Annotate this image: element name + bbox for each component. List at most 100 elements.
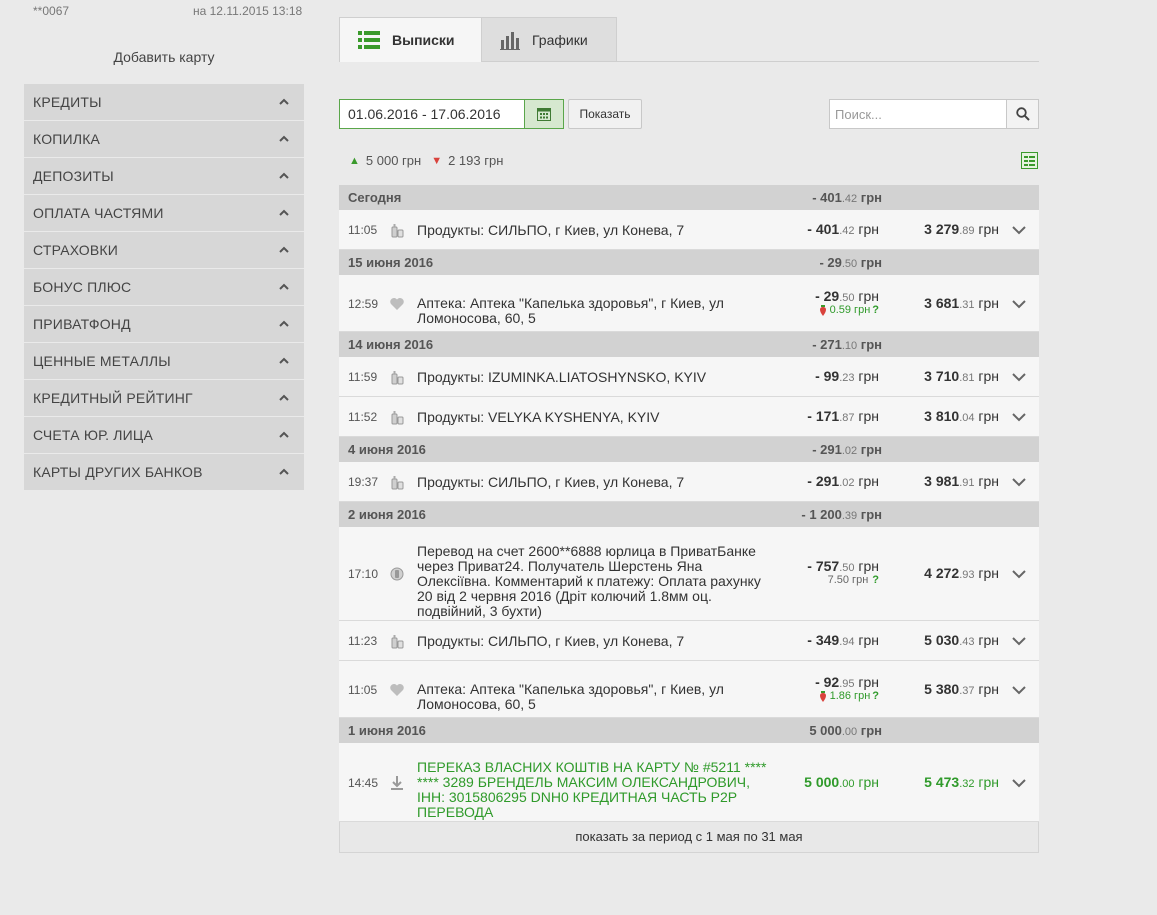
balance-currency: грн	[978, 680, 999, 697]
transaction-description: Продукты: СИЛЬПО, г Киев, ул Конева, 7	[417, 221, 685, 238]
balance-main: 3 279	[924, 221, 960, 237]
transaction-row[interactable]: 11:52 Продукты: VELYKA KYSHENYA, KYIV - 17…	[339, 397, 1039, 437]
help-icon[interactable]: ?	[872, 304, 879, 316]
date-group-header: Сегодня - 401.42 грн	[339, 185, 1039, 210]
excel-export-icon[interactable]	[1021, 152, 1038, 169]
commission-amount: 7.50 грн	[827, 574, 869, 586]
group-total: - 1 200.39 грн	[801, 507, 882, 522]
period-totals: ▲ 5 000 грн ▼ 2 193 грн	[349, 153, 503, 168]
sidebar-item[interactable]: СТРАХОВКИ	[24, 232, 304, 268]
balance-currency: грн	[978, 368, 999, 384]
income-total: 5 000 грн	[365, 153, 422, 168]
show-previous-period-link[interactable]: показать за период с 1 мая по 31 мая	[339, 822, 1039, 853]
chevron-down-icon[interactable]	[1011, 477, 1027, 487]
calendar-button[interactable]	[524, 99, 564, 129]
chevron-up-icon	[279, 209, 289, 216]
sidebar-item[interactable]: ПРИВАТФОНД	[24, 306, 304, 342]
help-icon[interactable]: ?	[872, 690, 879, 702]
sidebar-item[interactable]: ЦЕННЫЕ МЕТАЛЛЫ	[24, 343, 304, 379]
transaction-time: 17:10	[348, 567, 379, 581]
chevron-down-icon[interactable]	[1011, 412, 1027, 422]
heart-icon	[390, 683, 404, 696]
search-button[interactable]	[1006, 99, 1039, 129]
transaction-row[interactable]: 17:10 Перевод на счет 2600**6888 юрлица в…	[339, 527, 1039, 621]
group-total-currency: грн	[860, 507, 882, 522]
transaction-amount: - 757.50 грн 7.50 грн?	[807, 558, 879, 586]
group-total: - 291.02 грн	[812, 442, 882, 457]
sidebar-item[interactable]: КРЕДИТЫ	[24, 84, 304, 120]
amount-main: - 757	[807, 558, 840, 574]
sidebar-item-label: КОПИЛКА	[33, 131, 101, 147]
chevron-up-icon	[279, 357, 289, 364]
transaction-row[interactable]: 19:37 Продукты: СИЛЬПО, г Киев, ул Конева…	[339, 462, 1039, 502]
group-date: 4 июня 2016	[348, 442, 426, 457]
amount-main: - 291	[807, 473, 840, 489]
search-input[interactable]	[829, 99, 1007, 129]
transaction-time: 12:59	[348, 296, 379, 311]
balance-after: 3 710.81 грн	[924, 368, 999, 384]
chevron-up-icon	[279, 431, 289, 438]
bonus-plus: 1.86 грн ?	[815, 690, 879, 702]
amount-cents: .42	[839, 225, 855, 237]
balance-main: 3 810	[924, 408, 960, 424]
transaction-description: Продукты: IZUMINKA.LIATOSHYNSKO, KYIV	[417, 368, 707, 385]
transaction-amount: 5 000.00 грн	[804, 774, 879, 790]
group-total-main: 5 000	[809, 723, 842, 738]
balance-cents: .89	[959, 225, 975, 237]
amount-currency: грн	[858, 368, 879, 384]
chevron-up-icon	[279, 320, 289, 327]
help-icon[interactable]: ?	[872, 574, 879, 586]
download-icon	[391, 775, 403, 790]
chevron-down-icon[interactable]	[1011, 636, 1027, 646]
show-button[interactable]: Показать	[568, 99, 642, 129]
balance-date: на 12.11.2015 13:18	[193, 4, 303, 18]
sidebar-item-label: ПРИВАТФОНД	[33, 316, 131, 332]
list-icon	[358, 31, 380, 49]
transaction-row[interactable]: 12:59 Аптека: Аптека "Капелька здоровья",…	[339, 275, 1039, 332]
date-group-header: 14 июня 2016 - 271.10 грн	[339, 332, 1039, 357]
date-group-header: 1 июня 2016 5 000.00 грн	[339, 718, 1039, 743]
chevron-down-icon[interactable]	[1011, 778, 1027, 788]
transaction-row[interactable]: 14:45 ПЕРЕКАЗ ВЛАСНИХ КОШТІВ НА КАРТУ № #…	[339, 743, 1039, 822]
tab-charts[interactable]: Графики	[481, 17, 617, 62]
chevron-up-icon	[279, 246, 289, 253]
transaction-row[interactable]: 11:05 Продукты: СИЛЬПО, г Киев, ул Конева…	[339, 210, 1039, 250]
balance-main: 5 380	[924, 680, 960, 697]
chevron-down-icon[interactable]	[1011, 299, 1027, 309]
period-field[interactable]: 01.06.2016 - 17.06.2016	[339, 99, 525, 129]
group-total-main: - 29	[819, 255, 842, 270]
sidebar-item[interactable]: КРЕДИТНЫЙ РЕЙТИНГ	[24, 380, 304, 416]
transaction-time: 14:45	[348, 775, 379, 790]
balance-cents: .31	[959, 298, 975, 311]
add-card-link[interactable]: Добавить карту	[24, 49, 304, 65]
sidebar-item[interactable]: ДЕПОЗИТЫ	[24, 158, 304, 194]
balance-after: 3 681.31 грн	[924, 295, 999, 311]
transaction-row[interactable]: 11:23 Продукты: СИЛЬПО, г Киев, ул Конева…	[339, 621, 1039, 661]
transfer-icon	[390, 567, 404, 581]
expense-total: 2 193 грн	[448, 153, 504, 168]
chevron-down-icon[interactable]	[1011, 372, 1027, 382]
sidebar-item[interactable]: КОПИЛКА	[24, 121, 304, 157]
grocery-icon	[391, 476, 404, 490]
transaction-row[interactable]: 11:59 Продукты: IZUMINKA.LIATOSHYNSKO, KY…	[339, 357, 1039, 397]
balance-cents: .91	[959, 477, 975, 489]
chevron-down-icon[interactable]	[1011, 569, 1027, 579]
amount-currency: грн	[858, 632, 879, 648]
chevron-down-icon[interactable]	[1011, 225, 1027, 235]
transaction-row[interactable]: 11:05 Аптека: Аптека "Капелька здоровья",…	[339, 661, 1039, 718]
transaction-time: 11:52	[348, 410, 378, 424]
sidebar-item[interactable]: СЧЕТА ЮР. ЛИЦА	[24, 417, 304, 453]
balance-currency: грн	[978, 221, 999, 237]
transaction-description: Аптека: Аптека "Капелька здоровья", г Ки…	[417, 681, 724, 712]
tab-statements[interactable]: Выписки	[339, 17, 482, 62]
sidebar-item[interactable]: БОНУС ПЛЮС	[24, 269, 304, 305]
sidebar-item[interactable]: КАРТЫ ДРУГИХ БАНКОВ	[24, 454, 304, 490]
sidebar-item[interactable]: ОПЛАТА ЧАСТЯМИ	[24, 195, 304, 231]
balance-main: 5 473	[924, 773, 960, 790]
chevron-down-icon[interactable]	[1011, 685, 1027, 695]
balance-cents: .81	[959, 372, 975, 384]
sidebar-menu: КРЕДИТЫ КОПИЛКА ДЕПОЗИТЫ ОПЛАТА ЧАСТЯМИ СТРА…	[24, 84, 304, 491]
group-date: 15 июня 2016	[348, 255, 434, 270]
transaction-time: 19:37	[348, 475, 379, 489]
group-total-main: - 401	[812, 190, 842, 205]
